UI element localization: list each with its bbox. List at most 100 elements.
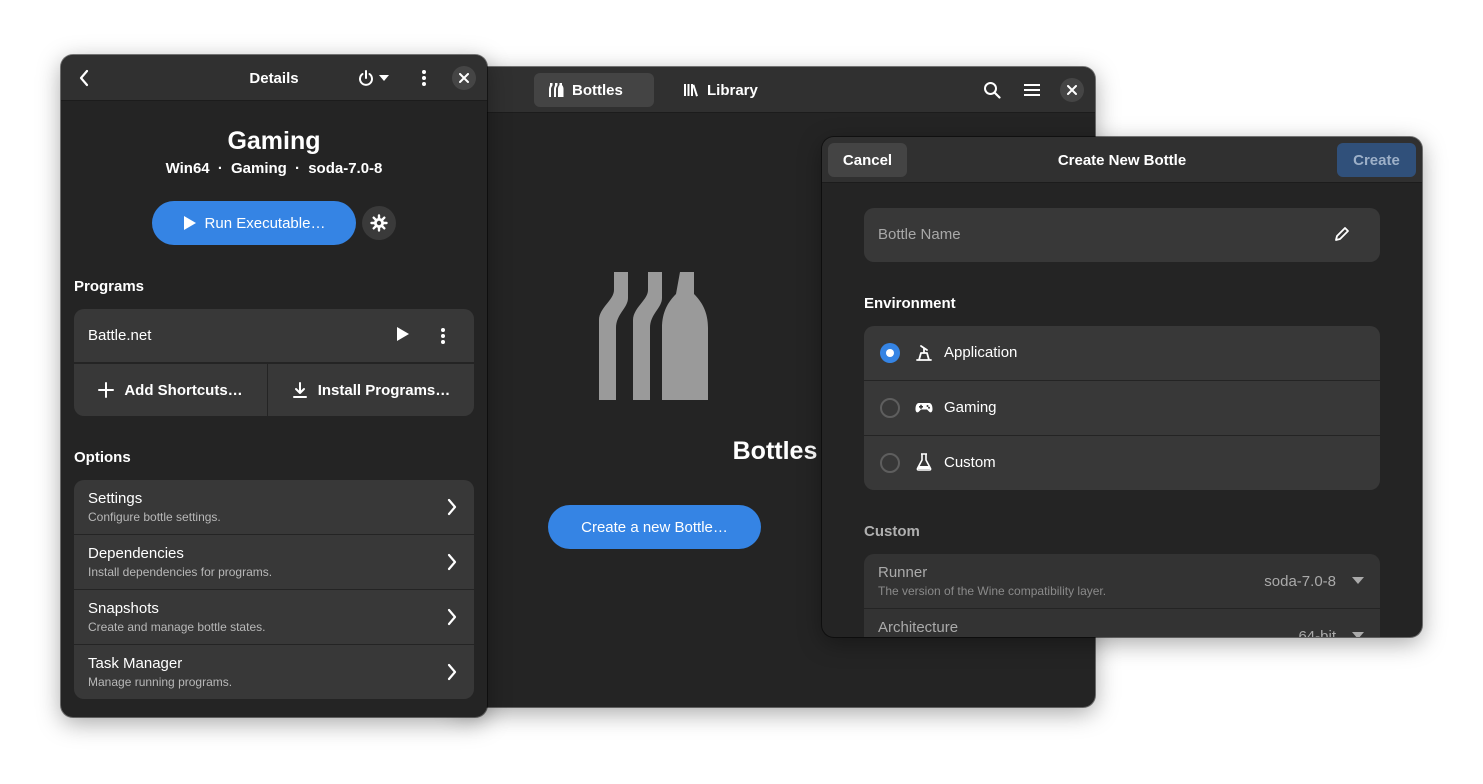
play-icon	[396, 326, 410, 342]
architecture-row[interactable]: Architecture 64-bit	[864, 609, 1380, 637]
close-icon	[452, 66, 476, 90]
run-executable-button[interactable]: Run Executable…	[152, 201, 356, 245]
option-title: Dependencies	[88, 545, 184, 562]
bottle-name-placeholder: Bottle Name	[878, 226, 961, 243]
add-shortcuts-button[interactable]: Add Shortcuts…	[74, 364, 267, 416]
add-shortcuts-label: Add Shortcuts…	[124, 381, 243, 399]
architecture-title: Architecture	[878, 619, 959, 636]
environment-label: Gaming	[944, 399, 997, 416]
dropdown-arrow-icon	[1352, 632, 1364, 637]
chevron-right-icon	[447, 498, 457, 516]
environment-heading: Environment	[864, 295, 956, 312]
chevron-right-icon	[447, 663, 457, 681]
bottle-info: Win64 · Gaming · soda-7.0-8	[61, 160, 487, 177]
program-menu-button[interactable]	[441, 328, 445, 344]
tab-library[interactable]: Library	[669, 73, 781, 107]
option-row-settings[interactable]: Settings Configure bottle settings.	[74, 480, 474, 535]
chevron-right-icon	[447, 553, 457, 571]
create-button[interactable]: Create	[1337, 143, 1416, 177]
details-close-button[interactable]	[450, 64, 478, 92]
environment-label: Custom	[944, 454, 996, 471]
bottle-name-field[interactable]: Bottle Name	[864, 208, 1380, 262]
separator: ·	[295, 160, 301, 177]
environment-row-custom[interactable]: Custom	[864, 436, 1380, 490]
play-icon	[183, 215, 197, 231]
gear-icon	[370, 214, 388, 232]
custom-heading: Custom	[864, 523, 920, 540]
tab-library-label: Library	[707, 81, 758, 99]
options-heading: Options	[74, 449, 131, 466]
option-subtitle: Configure bottle settings.	[88, 510, 221, 524]
details-headerbar: Details	[61, 55, 487, 101]
bottle-name: Gaming	[227, 127, 321, 155]
run-executable-label: Run Executable…	[204, 214, 326, 232]
radio-gaming[interactable]	[880, 398, 900, 418]
pencil-icon[interactable]	[1334, 226, 1350, 242]
bottles-illustration-icon	[598, 272, 710, 407]
option-title: Settings	[88, 490, 143, 507]
search-icon	[983, 81, 1001, 99]
radio-application[interactable]	[880, 343, 900, 363]
details-menu-button[interactable]	[410, 64, 438, 92]
hamburger-icon	[1024, 83, 1040, 97]
details-window: Details Gaming Win64 · Gaming · soda-7.0…	[61, 55, 487, 717]
custom-card: Runner The version of the Wine compatibi…	[864, 554, 1380, 637]
bottle-runner: soda-7.0-8	[308, 160, 383, 177]
search-button[interactable]	[978, 76, 1006, 104]
programs-heading: Programs	[74, 278, 145, 295]
kebab-menu-icon	[441, 328, 445, 344]
back-button[interactable]	[70, 64, 98, 92]
program-name: Battle.net	[88, 327, 152, 344]
radio-custom[interactable]	[880, 453, 900, 473]
dropdown-arrow-icon	[1352, 577, 1364, 584]
option-subtitle: Install dependencies for programs.	[88, 565, 273, 579]
bottles-icon	[548, 82, 564, 98]
power-menu-button[interactable]	[353, 64, 393, 92]
option-title: Task Manager	[88, 655, 183, 672]
install-programs-button[interactable]: Install Programs…	[268, 364, 474, 416]
option-subtitle: Create and manage bottle states.	[88, 620, 266, 634]
option-row-snapshots[interactable]: Snapshots Create and manage bottle state…	[74, 590, 474, 645]
details-title: Details	[249, 69, 299, 87]
install-programs-label: Install Programs…	[317, 381, 451, 399]
library-icon	[683, 82, 699, 98]
program-play-button[interactable]	[396, 326, 410, 342]
main-close-button[interactable]	[1058, 76, 1086, 104]
cancel-button[interactable]: Cancel	[828, 143, 907, 177]
option-row-task-manager[interactable]: Task Manager Manage running programs.	[74, 645, 474, 699]
create-new-bottle-button[interactable]: Create a new Bottle…	[548, 505, 761, 549]
runner-title: Runner	[878, 564, 928, 581]
bottle-arch: Win64	[165, 160, 210, 177]
separator: ·	[217, 160, 223, 177]
flask-icon	[916, 453, 932, 471]
gamepad-icon	[915, 400, 933, 416]
tab-bottles[interactable]: Bottles	[534, 73, 654, 107]
environment-row-application[interactable]: Application	[864, 326, 1380, 381]
architecture-value: 64-bit	[1298, 628, 1336, 637]
chevron-left-icon	[78, 69, 90, 87]
chevron-right-icon	[447, 608, 457, 626]
dialog-headerbar: Cancel Create New Bottle Create	[822, 137, 1422, 183]
power-icon	[358, 70, 374, 86]
bottle-environment: Gaming	[231, 160, 287, 177]
program-row[interactable]: Battle.net	[74, 309, 474, 363]
environment-card: Application Gaming Custom	[864, 326, 1380, 490]
application-icon	[915, 344, 933, 362]
runner-row[interactable]: Runner The version of the Wine compatibi…	[864, 554, 1380, 609]
plus-icon	[98, 382, 115, 398]
dialog-title: Create New Bottle	[1057, 151, 1187, 169]
environment-label: Application	[944, 344, 1018, 361]
bottle-settings-button[interactable]	[362, 206, 396, 240]
kebab-menu-icon	[422, 70, 426, 86]
option-title: Snapshots	[88, 600, 159, 617]
dropdown-arrow-icon	[378, 75, 389, 81]
environment-row-gaming[interactable]: Gaming	[864, 381, 1380, 436]
runner-subtitle: The version of the Wine compatibility la…	[878, 584, 1107, 598]
download-icon	[292, 382, 308, 398]
programs-card: Battle.net Add Shortcuts… Install Progra…	[74, 309, 474, 416]
options-card: Settings Configure bottle settings. Depe…	[74, 480, 474, 699]
option-row-dependencies[interactable]: Dependencies Install dependencies for pr…	[74, 535, 474, 590]
main-menu-button[interactable]	[1018, 76, 1046, 104]
close-icon	[1060, 78, 1084, 102]
main-headerbar: Bottles Library	[455, 67, 1095, 113]
